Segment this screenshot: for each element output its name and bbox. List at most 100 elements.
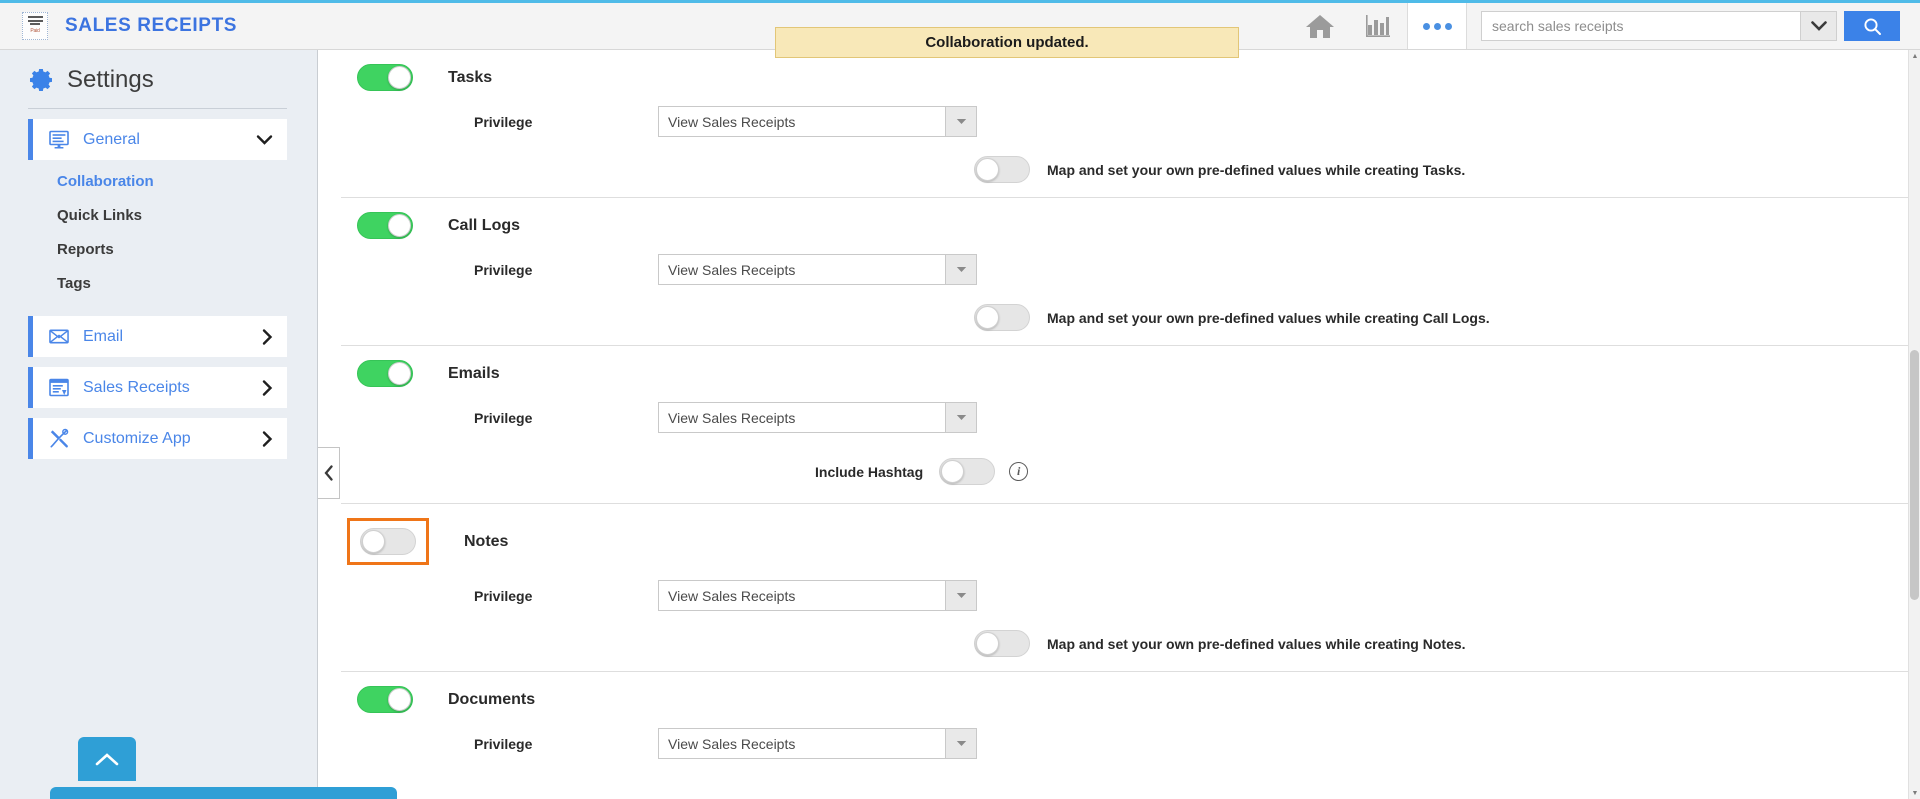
chevron-down-icon: [1810, 21, 1827, 31]
tasks-privilege-row: Privilege View Sales Receipts: [341, 97, 1920, 146]
documents-privilege-value: View Sales Receipts: [668, 735, 796, 752]
chevron-left-icon: [323, 465, 334, 481]
more-dots-icon: [1422, 22, 1430, 30]
chevron-down-icon: [945, 403, 976, 432]
chevron-up-icon: [94, 752, 120, 767]
sidebar-item-reports[interactable]: Reports: [0, 232, 317, 266]
documents-privilege-row: Privilege View Sales Receipts: [341, 719, 1920, 768]
notes-enable-toggle[interactable]: [360, 528, 416, 555]
notes-map-text: Map and set your own pre-defined values …: [1047, 635, 1466, 652]
notes-privilege-label: Privilege: [474, 587, 533, 604]
scrollbar-up-arrow[interactable]: ▲: [1909, 50, 1920, 62]
info-icon[interactable]: i: [1009, 462, 1029, 481]
call-logs-enable-toggle[interactable]: [357, 212, 413, 239]
sidebar-group-email[interactable]: Email: [28, 316, 287, 357]
section-notes-header: Notes: [341, 504, 1920, 571]
chevron-down-icon: [945, 729, 976, 758]
documents-enable-toggle[interactable]: [357, 686, 413, 713]
notes-privilege-row: Privilege View Sales Receipts: [341, 571, 1920, 620]
notes-privilege-select[interactable]: View Sales Receipts: [658, 580, 977, 611]
emails-privilege-select[interactable]: View Sales Receipts: [658, 402, 977, 433]
notes-privilege-value: View Sales Receipts: [668, 587, 796, 604]
call-logs-map-toggle[interactable]: [974, 304, 1030, 331]
sidebar-item-label: Tags: [57, 274, 91, 292]
chevron-down-icon: [945, 107, 976, 136]
tools-icon: [49, 428, 69, 449]
call-logs-privilege-label: Privilege: [474, 261, 533, 278]
section-emails-title: Emails: [448, 364, 500, 382]
sidebar-group-customize-app-label: Customize App: [83, 429, 191, 447]
sidebar-collapse-button[interactable]: [318, 447, 340, 499]
scroll-to-top-button[interactable]: [78, 737, 136, 781]
emails-privilege-value: View Sales Receipts: [668, 409, 796, 426]
sidebar-item-tags[interactable]: Tags: [0, 266, 317, 300]
notes-map-toggle[interactable]: [974, 630, 1030, 657]
search-scope-dropdown[interactable]: [1800, 12, 1836, 40]
sidebar-group-email-label: Email: [83, 327, 124, 345]
notes-enable-toggle-highlight: [347, 518, 429, 565]
documents-privilege-label: Privilege: [474, 735, 533, 752]
reports-button[interactable]: [1349, 3, 1407, 49]
emails-privilege-row: Privilege View Sales Receipts: [341, 393, 1920, 442]
section-call-logs: Call Logs Privilege View Sales Receipts …: [341, 198, 1920, 346]
chevron-right-icon: [262, 328, 273, 345]
emails-privilege-label: Privilege: [474, 409, 533, 426]
sidebar-group-customize-app[interactable]: Customize App: [28, 418, 287, 459]
scrollbar-thumb[interactable]: [1910, 350, 1919, 600]
call-logs-map-row: Map and set your own pre-defined values …: [341, 294, 1920, 345]
chevron-down-icon: [945, 255, 976, 284]
documents-privilege-select[interactable]: View Sales Receipts: [658, 728, 977, 759]
sidebar-group-sales-receipts-label: Sales Receipts: [83, 378, 190, 396]
vertical-scrollbar[interactable]: ▲ ▼: [1908, 50, 1920, 799]
sidebar-group-general-label: General: [83, 130, 140, 148]
call-logs-map-text: Map and set your own pre-defined values …: [1047, 309, 1490, 326]
sidebar-item-label: Collaboration: [57, 172, 154, 190]
home-icon: [1305, 13, 1335, 39]
chevron-right-icon: [262, 430, 273, 447]
more-options-button[interactable]: [1407, 3, 1467, 49]
sidebar-subitems-general: Collaboration Quick Links Reports Tags: [0, 160, 317, 306]
search-input[interactable]: [1482, 12, 1800, 40]
bar-chart-icon: [1364, 13, 1392, 39]
call-logs-privilege-select[interactable]: View Sales Receipts: [658, 254, 977, 285]
tasks-privilege-label: Privilege: [474, 113, 533, 130]
call-logs-privilege-row: Privilege View Sales Receipts: [341, 245, 1920, 294]
sidebar-item-label: Quick Links: [57, 206, 143, 224]
section-tasks-title: Tasks: [448, 68, 493, 86]
search-box: [1481, 11, 1837, 41]
emails-hashtag-toggle[interactable]: [939, 458, 996, 485]
collaboration-settings-panel: Tasks Privilege View Sales Receipts Map …: [341, 50, 1920, 768]
notification-banner: Collaboration updated.: [775, 27, 1239, 58]
settings-content: Tasks Privilege View Sales Receipts Map …: [318, 50, 1920, 799]
emails-hashtag-label: Include Hashtag: [815, 463, 924, 480]
emails-enable-toggle[interactable]: [357, 360, 413, 387]
more-dots-icon: [1444, 22, 1452, 30]
settings-divider: [28, 108, 287, 109]
tasks-map-row: Map and set your own pre-defined values …: [341, 146, 1920, 197]
home-button[interactable]: [1291, 3, 1349, 49]
call-logs-privilege-value: View Sales Receipts: [668, 261, 796, 278]
scrollbar-down-arrow[interactable]: ▼: [1909, 787, 1920, 799]
sidebar-item-collaboration[interactable]: Collaboration: [0, 164, 317, 198]
tasks-enable-toggle[interactable]: [357, 64, 413, 91]
tasks-map-text: Map and set your own pre-defined values …: [1047, 161, 1466, 178]
receipt-icon: [49, 378, 69, 398]
tasks-privilege-select[interactable]: View Sales Receipts: [658, 106, 977, 137]
sidebar-item-quick-links[interactable]: Quick Links: [0, 198, 317, 232]
chevron-right-icon: [262, 379, 273, 396]
sidebar-group-sales-receipts[interactable]: Sales Receipts: [28, 367, 287, 408]
app-root: Paid SALES RECEIPTS search sales receipt…: [0, 0, 1920, 799]
chevron-down-icon: [945, 581, 976, 610]
settings-header: Settings: [0, 50, 317, 108]
app-logo-icon: Paid: [22, 12, 48, 40]
bottom-accent-bar: [50, 787, 397, 799]
section-emails-header: Emails: [341, 346, 1920, 393]
search-button[interactable]: [1844, 11, 1900, 41]
tasks-map-toggle[interactable]: [974, 156, 1030, 183]
settings-title: Settings: [67, 66, 154, 93]
section-documents: Documents Privilege View Sales Receipts: [341, 672, 1920, 768]
settings-sidebar: Settings General Collaboration Quick Lin…: [0, 50, 397, 799]
tasks-privilege-value: View Sales Receipts: [668, 113, 796, 130]
sidebar-group-general[interactable]: General: [28, 119, 287, 160]
search-area: [1481, 11, 1900, 41]
